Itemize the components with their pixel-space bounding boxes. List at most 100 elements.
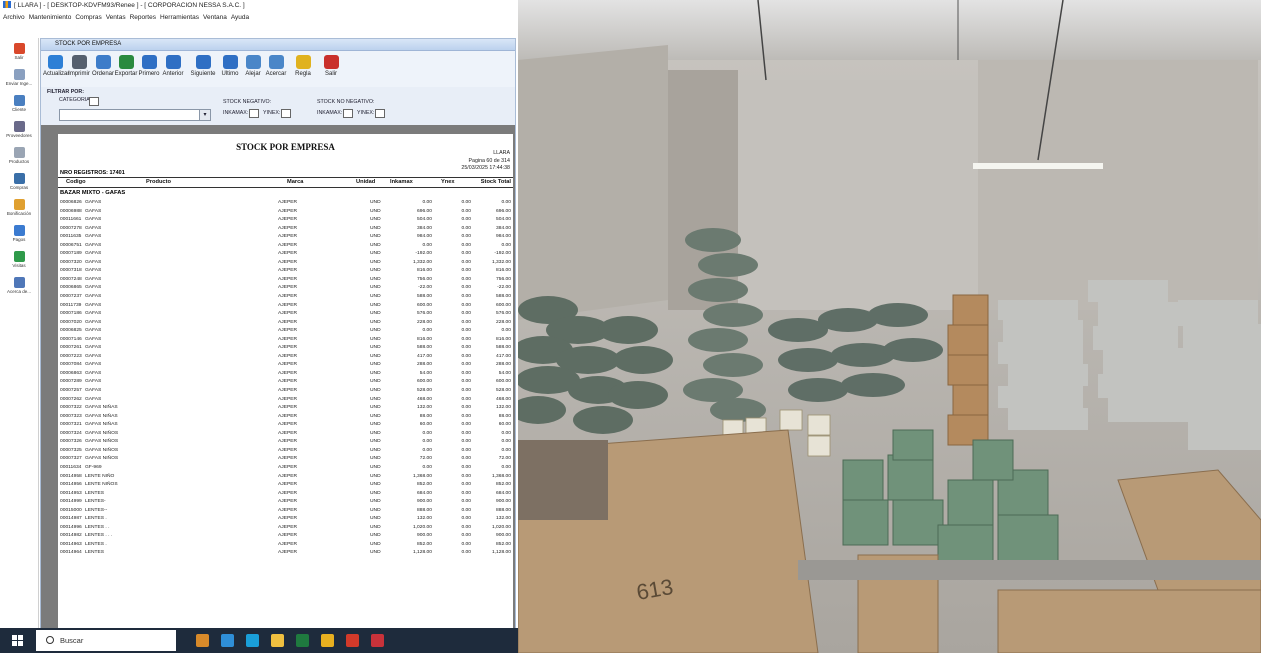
nav-item[interactable]: Salir xyxy=(1,42,37,64)
cell-marca: AJEPER xyxy=(278,524,298,530)
cell-total: 588.00 xyxy=(496,345,511,351)
cell-unidad: UND xyxy=(370,251,381,257)
app-icon[interactable] xyxy=(246,634,259,647)
app-icon[interactable] xyxy=(196,634,209,647)
toolbar-button-alejar[interactable]: Alejar xyxy=(241,53,265,85)
cell-total: 684.00 xyxy=(496,490,511,496)
nav-item[interactable]: Enviar Inge... xyxy=(1,68,37,90)
cell-inkamax: 0.00 xyxy=(422,200,432,205)
excel-icon[interactable] xyxy=(296,634,309,647)
toolbar-button-acercar[interactable]: Acercar xyxy=(264,53,288,85)
toolbar-label: Alejar xyxy=(245,71,261,77)
cell-unidad: UND xyxy=(370,413,381,419)
chrome-icon[interactable] xyxy=(321,634,334,647)
toolbar-button-exportar[interactable]: Exportar xyxy=(114,53,138,85)
toolbar-button-ultimo[interactable]: Ultimo xyxy=(218,53,242,85)
cell-unidad: UND xyxy=(370,336,381,342)
nav-item[interactable]: Pagos xyxy=(1,224,37,246)
menu-item[interactable]: Ayuda xyxy=(231,14,249,21)
nav-item[interactable]: Proveedores xyxy=(1,120,37,142)
cell-unidad: UND xyxy=(370,302,381,308)
table-row: 00006865 GAFAS AJEPER UND -22.00 0.00 -22.00 xyxy=(58,285,513,294)
neg-inkamax-checkbox[interactable] xyxy=(249,109,259,118)
menu-item[interactable]: Herramientas xyxy=(160,14,199,21)
toolbar-label: Ultimo xyxy=(221,71,239,77)
cell-marca: AJEPER xyxy=(278,328,298,334)
table-row: 00014999 LENTES- AJEPER UND 900.00 0.00 900.00 xyxy=(58,499,513,508)
cell-marca: AJEPER xyxy=(278,353,298,359)
cell-total: 816.00 xyxy=(496,268,511,274)
nav-item[interactable]: Cliente xyxy=(1,94,37,116)
folder-icon[interactable] xyxy=(271,634,284,647)
toolbar-button-actualizar[interactable]: Actualizar xyxy=(43,53,69,85)
menu-item[interactable]: Ventas xyxy=(106,14,126,21)
nav-item[interactable]: Bonificación xyxy=(1,198,37,220)
app-logo-icon xyxy=(3,1,11,8)
toolbar-button-primero[interactable]: Primero xyxy=(137,53,161,85)
cell-producto: GAFAS NIÑAS xyxy=(85,413,118,419)
cell-inkamax: 0.00 xyxy=(422,430,432,436)
neg-ynex-checkbox[interactable] xyxy=(281,109,291,118)
toolbar-label: Regla xyxy=(295,71,311,77)
cell-producto: GAFAS xyxy=(85,294,102,300)
cell-unidad: UND xyxy=(370,396,381,402)
toolbar-button-ordenar[interactable]: Ordenar xyxy=(91,53,115,85)
app-icon[interactable] xyxy=(221,634,234,647)
cell-unidad: UND xyxy=(370,200,381,205)
cell-unidad: UND xyxy=(370,430,381,436)
cell-inkamax: 816.00 xyxy=(417,268,432,274)
cell-inkamax: 1,020.00 xyxy=(412,524,432,530)
categoria-checkbox[interactable] xyxy=(89,97,99,106)
toolbar-button-anterior[interactable]: Anterior xyxy=(161,53,185,85)
nav-item[interactable]: Productos xyxy=(1,146,37,168)
toolbar-button-regla[interactable]: Regla xyxy=(291,53,315,85)
nav-icon xyxy=(13,225,25,236)
cell-ynex: 0.00 xyxy=(461,464,471,470)
menu-item[interactable]: Reportes xyxy=(130,14,156,21)
menu-item[interactable]: Ventana xyxy=(203,14,227,21)
app-icon[interactable] xyxy=(371,634,384,647)
taskbar-search[interactable]: Buscar xyxy=(36,630,176,651)
table-row: 00007237 GAFAS AJEPER UND 588.00 0.00 588.00 xyxy=(58,294,513,303)
chevron-down-icon[interactable]: ▾ xyxy=(199,110,210,120)
cell-inkamax: 504.00 xyxy=(417,217,432,223)
cell-ynex: 0.00 xyxy=(461,430,471,436)
categoria-select[interactable]: ▾ xyxy=(59,109,211,121)
cell-ynex: 0.00 xyxy=(461,302,471,308)
menu-item[interactable]: Mantenimiento xyxy=(29,14,72,21)
cell-inkamax: 576.00 xyxy=(417,311,432,317)
cell-codigo: 00014956 xyxy=(60,482,82,488)
table-row: 00007084 GAFAS AJEPER UND 288.00 0.00 288.00 xyxy=(58,362,513,371)
cell-producto: GAFAS xyxy=(85,285,102,291)
cell-producto: GAFAS NIÑAS xyxy=(85,422,118,428)
noneg-inkamax-checkbox[interactable] xyxy=(343,109,353,118)
menu-item[interactable]: Compras xyxy=(75,14,101,21)
cell-codigo: 00007262 xyxy=(60,396,82,402)
windows-start-icon[interactable] xyxy=(12,635,23,646)
cell-marca: AJEPER xyxy=(278,388,298,394)
cell-inkamax: 60.00 xyxy=(419,422,432,428)
nav-label: Enviar Inge... xyxy=(5,81,33,86)
cell-codigo: 00007084 xyxy=(60,362,82,368)
sort-icon xyxy=(95,55,111,69)
cell-inkamax: 72.00 xyxy=(419,456,432,462)
toolbar-button-imprimir[interactable]: Imprimir xyxy=(67,53,91,85)
cell-total: 0.00 xyxy=(501,439,511,445)
app-icon[interactable] xyxy=(346,634,359,647)
cell-ynex: 0.00 xyxy=(461,388,471,394)
nav-item[interactable]: Visitas xyxy=(1,250,37,272)
cell-codigo: 00014982 xyxy=(60,533,82,539)
nav-item[interactable]: Compras xyxy=(1,172,37,194)
cell-unidad: UND xyxy=(370,311,381,317)
cell-codigo: 00014999 xyxy=(60,499,82,505)
cell-inkamax: 88.00 xyxy=(419,413,432,419)
report-viewer[interactable]: STOCK POR EMPRESA LLARA Pagina 60 de 314… xyxy=(41,125,515,629)
cell-ynex: 0.00 xyxy=(461,439,471,445)
toolbar-button-salir[interactable]: Salir xyxy=(319,53,343,85)
cell-ynex: 0.00 xyxy=(461,456,471,462)
menu-item[interactable]: Archivo xyxy=(3,14,25,21)
toolbar-button-siguiente[interactable]: Siguiente xyxy=(188,53,218,85)
nav-item[interactable]: Acerca de... xyxy=(1,276,37,298)
cell-producto: GAFAS xyxy=(85,319,102,325)
noneg-ynex-checkbox[interactable] xyxy=(375,109,385,118)
